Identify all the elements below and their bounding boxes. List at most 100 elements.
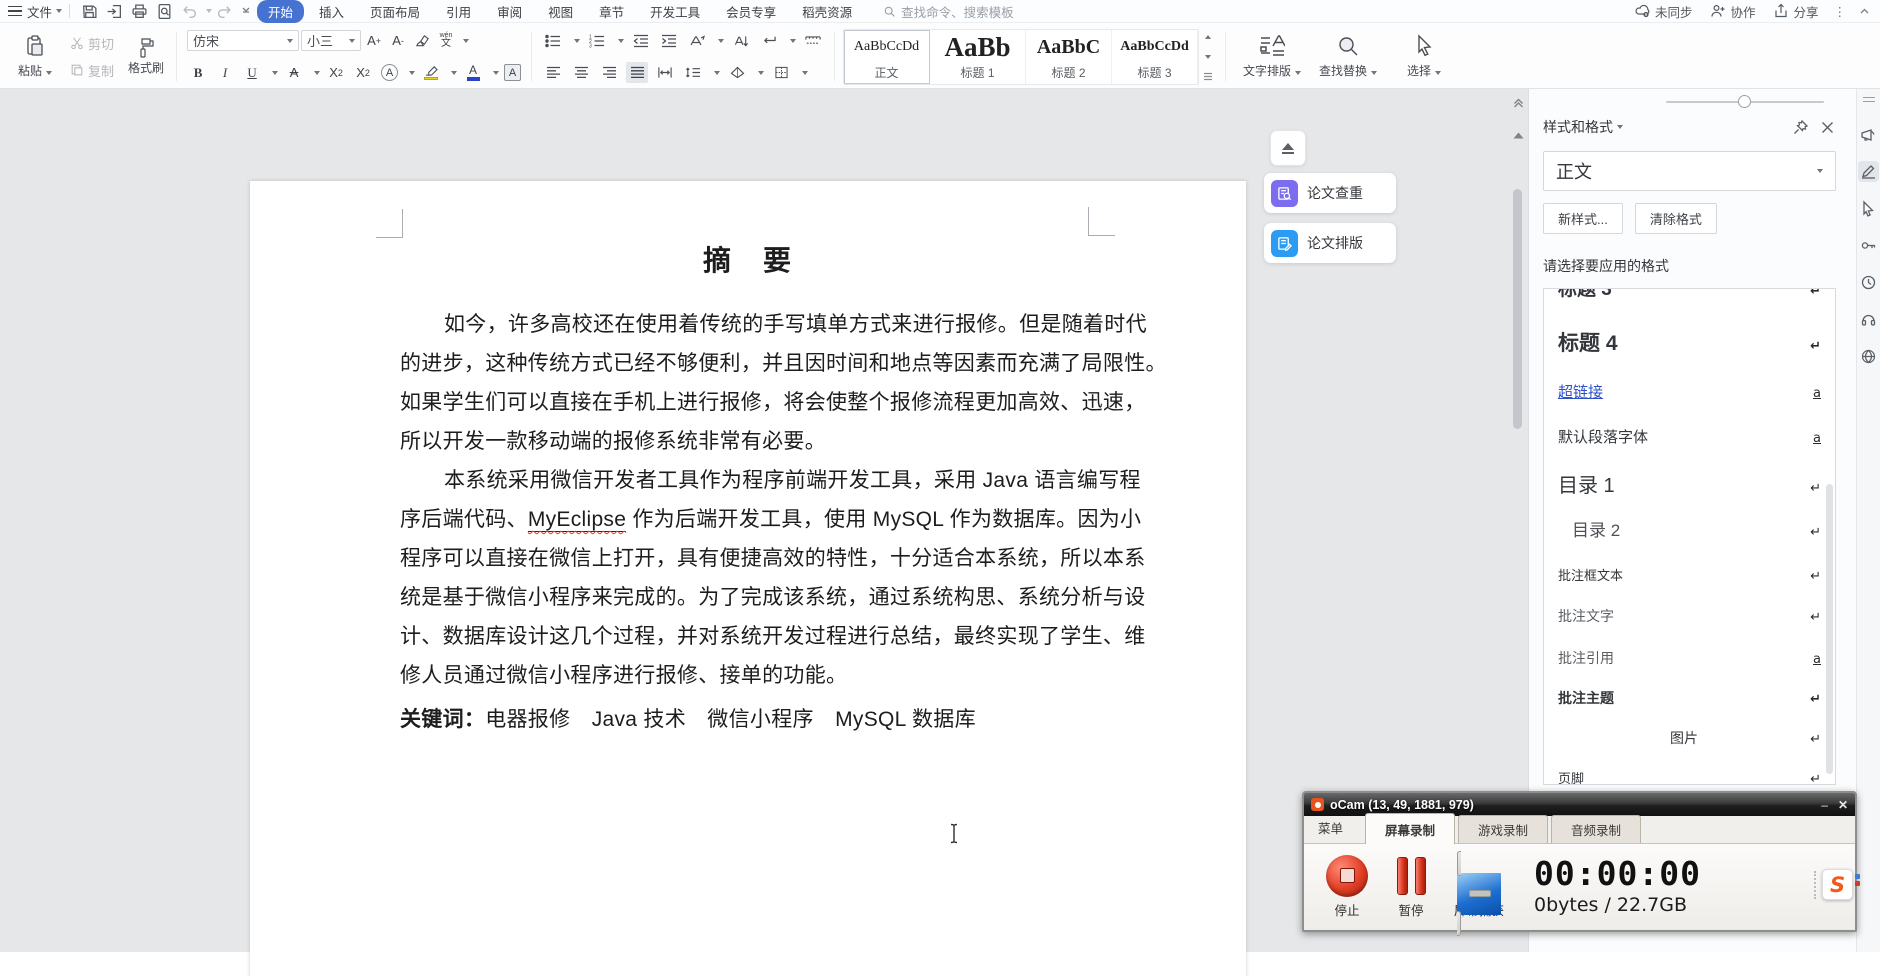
font-size-select[interactable]: 小三 — [301, 30, 362, 51]
clear-format-icon[interactable] — [411, 30, 433, 51]
style-item-picture[interactable]: 图片 ↵ — [1558, 728, 1821, 748]
line-break-caret-icon[interactable] — [790, 38, 797, 43]
close-panel-icon[interactable] — [1819, 119, 1836, 136]
enclose-char-button[interactable]: A — [381, 64, 399, 81]
borders-button[interactable] — [770, 62, 792, 83]
history-icon[interactable] — [1860, 274, 1877, 291]
italic-button[interactable]: I — [214, 62, 236, 83]
scrollbar-thumb[interactable] — [1513, 189, 1522, 429]
share-button[interactable]: 分享 — [1773, 2, 1819, 21]
pin-icon[interactable] — [1792, 119, 1809, 136]
tab-view[interactable]: 视图 — [537, 0, 584, 23]
clear-format-button[interactable]: 清除格式 — [1634, 203, 1717, 234]
style-heading2[interactable]: AaBbC 标题 2 — [1026, 29, 1113, 84]
panel-title-caret-icon[interactable] — [1617, 125, 1623, 129]
file-caret-icon[interactable] — [56, 9, 63, 13]
highlight-caret-icon[interactable] — [451, 70, 458, 75]
sogou-icon[interactable]: S — [1822, 869, 1853, 900]
cut-button[interactable]: 剪切 — [68, 33, 116, 54]
key-icon[interactable] — [1860, 237, 1877, 254]
style-item-comment-reference[interactable]: 批注引用 a — [1558, 648, 1821, 668]
support-headset-icon[interactable] — [1860, 311, 1877, 328]
sync-status[interactable]: 未同步 — [1635, 2, 1692, 21]
zoom-slider-knob[interactable] — [1738, 94, 1751, 108]
redo-icon[interactable] — [216, 3, 233, 20]
align-right-button[interactable] — [598, 62, 620, 83]
export-pdf-icon[interactable] — [106, 3, 123, 20]
borders-caret-icon[interactable] — [802, 70, 809, 75]
command-search[interactable]: 查找命令、搜索模板 — [883, 2, 1014, 21]
paste-button[interactable]: 粘贴 — [12, 34, 58, 79]
strikethrough-button[interactable]: A — [283, 62, 305, 83]
current-style-select[interactable]: 正文 — [1543, 151, 1836, 191]
announcement-icon[interactable] — [1860, 126, 1877, 143]
tab-docer[interactable]: 稻壳资源 — [791, 0, 863, 23]
customize-toolbar-icon[interactable] — [241, 3, 251, 20]
zoom-slider[interactable] — [1666, 94, 1824, 108]
tab-review[interactable]: 审阅 — [486, 0, 533, 23]
save-icon[interactable] — [81, 3, 98, 20]
style-item-balloon-text[interactable]: 批注框文本 ↵ — [1558, 565, 1821, 584]
style-item-toc1[interactable]: 目录 1 ↵ — [1558, 469, 1821, 498]
select-button[interactable]: 选择 — [1386, 28, 1462, 85]
tab-settings-button[interactable] — [802, 30, 824, 51]
file-menu[interactable]: 文件 — [27, 2, 52, 21]
paper-layout-button[interactable]: 论文排版 — [1264, 223, 1396, 263]
ocam-stop-button[interactable]: 停止 — [1326, 854, 1368, 919]
increase-indent-button[interactable] — [658, 30, 680, 51]
ocam-menu[interactable]: 菜单 — [1318, 818, 1343, 843]
tab-insert[interactable]: 插入 — [308, 0, 355, 23]
tab-references[interactable]: 引用 — [435, 0, 482, 23]
style-item-footer[interactable]: 页脚 ↵ — [1558, 768, 1821, 784]
shading-caret-icon[interactable] — [758, 70, 765, 75]
undo-caret-icon[interactable] — [206, 9, 213, 13]
justify-button[interactable] — [626, 62, 649, 83]
text-direction-button[interactable] — [686, 30, 708, 51]
bold-button[interactable]: B — [187, 62, 209, 83]
gallery-more-icon[interactable] — [1202, 71, 1214, 83]
decrease-indent-button[interactable] — [630, 30, 652, 51]
more-menu-icon[interactable]: ⋮ — [1834, 4, 1848, 19]
print-icon[interactable] — [131, 3, 148, 20]
bullet-list-button[interactable] — [542, 30, 564, 51]
hamburger-icon[interactable] — [8, 6, 22, 16]
text-layout-button[interactable]: 文字排版 — [1234, 28, 1310, 85]
align-center-button[interactable] — [570, 62, 592, 83]
tab-membership[interactable]: 会员专享 — [715, 0, 787, 23]
ocam-minimize-button[interactable]: – — [1821, 799, 1828, 811]
pinyin-caret-icon[interactable] — [463, 38, 470, 43]
style-heading3[interactable]: AaBbCcDd 标题 3 — [1112, 29, 1199, 84]
style-normal[interactable]: AaBbCcDd 正文 — [844, 29, 931, 84]
ocam-capture-button[interactable]: 屏幕捕获 — [1454, 850, 1504, 936]
style-item-hyperlink[interactable]: 超链接 a — [1558, 381, 1821, 402]
paper-check-button[interactable]: 论文查重 — [1264, 173, 1396, 213]
globe-icon[interactable] — [1860, 348, 1877, 365]
font-name-select[interactable]: 仿宋 — [187, 30, 300, 51]
text-direction-caret-icon[interactable] — [718, 38, 725, 43]
style-item-comment-subject[interactable]: 批注主题 ↵ — [1558, 688, 1821, 708]
collaborate-button[interactable]: 协作 — [1710, 2, 1755, 21]
ocam-tab-screen-record[interactable]: 屏幕录制 — [1365, 813, 1456, 844]
distribute-button[interactable] — [654, 62, 676, 83]
tab-page-layout[interactable]: 页面布局 — [359, 0, 431, 23]
bullet-caret-icon[interactable] — [574, 38, 581, 43]
tab-section[interactable]: 章节 — [588, 0, 635, 23]
highlight-button[interactable] — [420, 62, 442, 83]
style-item-toc2[interactable]: 目录 2 ↵ — [1558, 516, 1821, 541]
grow-font-button[interactable]: A + — [363, 30, 385, 51]
strikethrough-caret-icon[interactable] — [314, 70, 321, 75]
shrink-font-button[interactable]: A- — [387, 30, 409, 51]
ocam-tab-game-record[interactable]: 游戏录制 — [1458, 815, 1549, 843]
print-preview-icon[interactable] — [156, 3, 173, 20]
underline-caret-icon[interactable] — [272, 70, 279, 75]
style-item-default-font[interactable]: 默认段落字体 a — [1558, 426, 1821, 447]
quick-edit-icon[interactable] — [1858, 161, 1879, 182]
style-item-heading3[interactable]: 标题 3 ↵ — [1558, 289, 1821, 301]
find-replace-button[interactable]: 查找替换 — [1310, 28, 1386, 85]
sogou-ime-bar[interactable]: S — [1814, 869, 1860, 900]
line-spacing-caret-icon[interactable] — [714, 70, 721, 75]
subscript-button[interactable]: X2 — [352, 62, 374, 83]
line-break-button[interactable] — [758, 30, 780, 51]
font-color-caret-icon[interactable] — [493, 70, 500, 75]
collapse-ribbon-icon[interactable] — [1859, 3, 1870, 20]
